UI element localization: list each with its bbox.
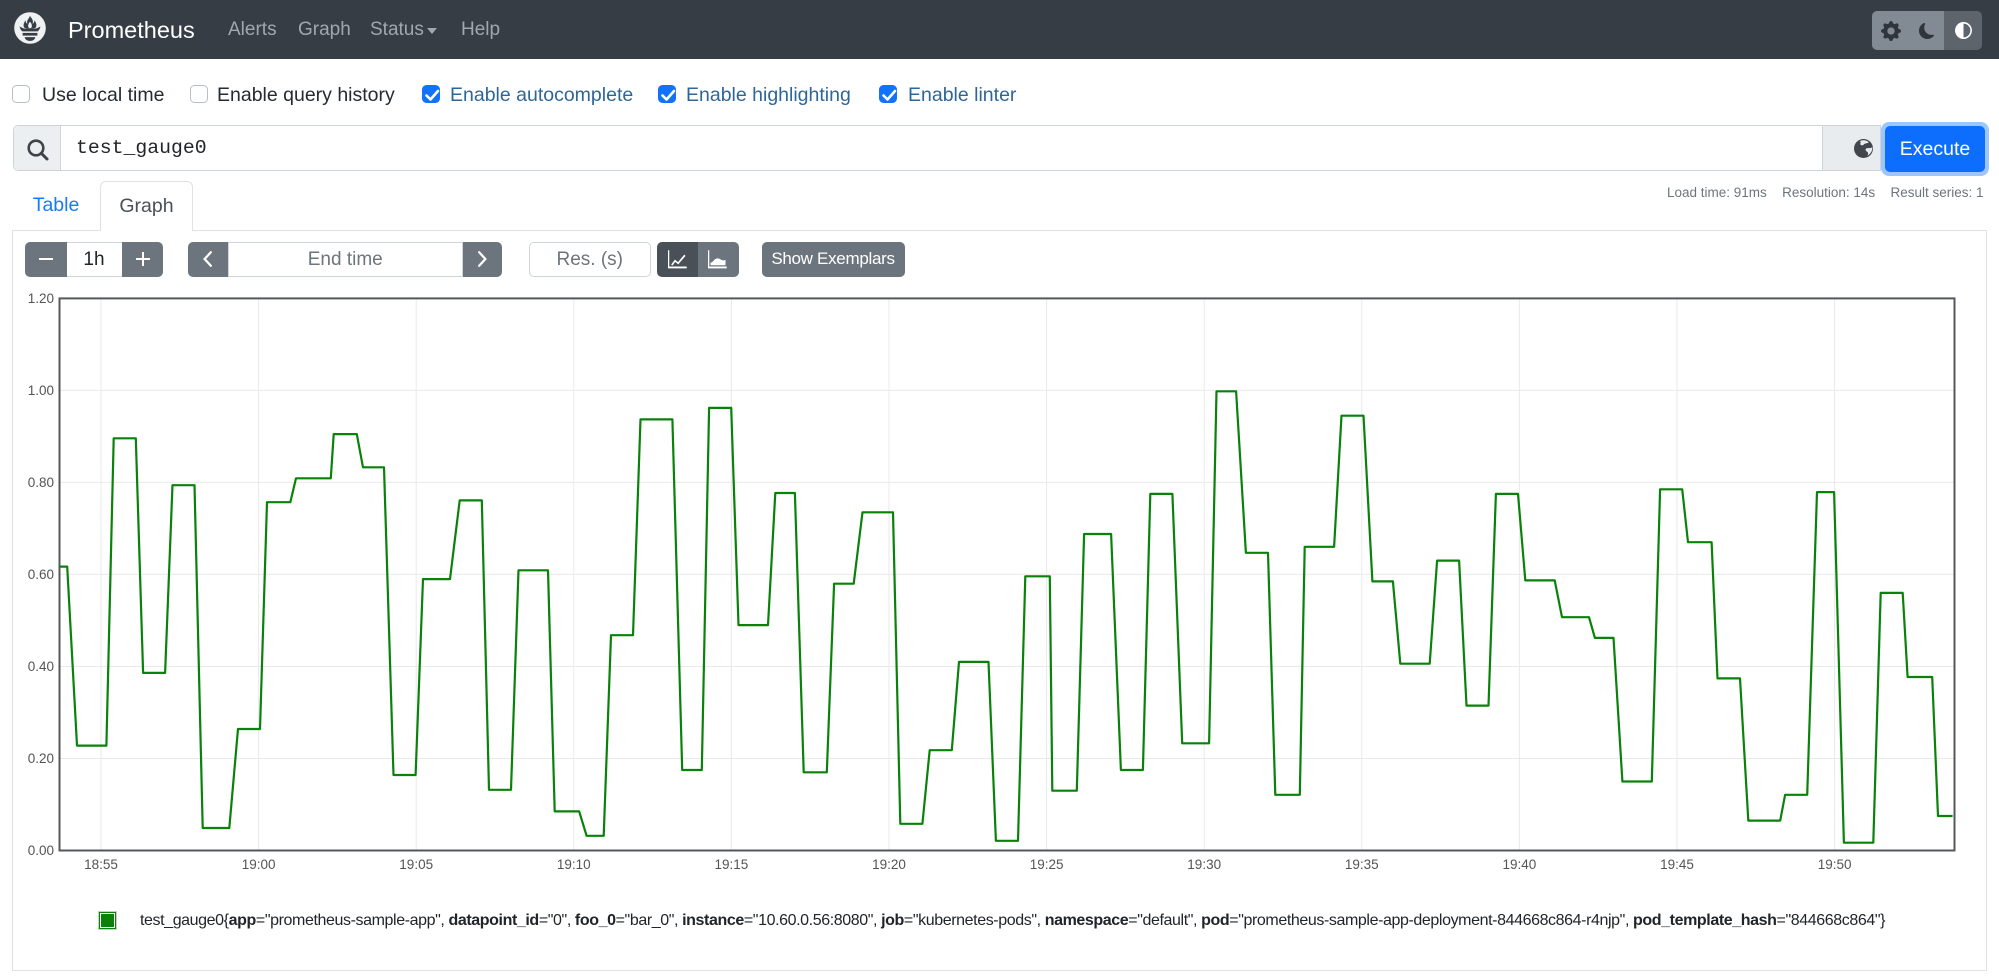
svg-text:19:45: 19:45 bbox=[1660, 857, 1694, 872]
svg-text:0.00: 0.00 bbox=[28, 843, 54, 858]
svg-text:1.00: 1.00 bbox=[28, 383, 54, 398]
svg-text:0.80: 0.80 bbox=[28, 475, 54, 490]
svg-text:19:40: 19:40 bbox=[1503, 857, 1537, 872]
svg-text:0.60: 0.60 bbox=[28, 567, 54, 582]
svg-text:19:30: 19:30 bbox=[1187, 857, 1221, 872]
svg-text:18:55: 18:55 bbox=[84, 857, 118, 872]
svg-text:19:05: 19:05 bbox=[399, 857, 433, 872]
svg-text:1.20: 1.20 bbox=[28, 291, 54, 306]
svg-text:19:25: 19:25 bbox=[1030, 857, 1064, 872]
svg-text:19:35: 19:35 bbox=[1345, 857, 1379, 872]
svg-text:0.40: 0.40 bbox=[28, 659, 54, 674]
svg-text:19:15: 19:15 bbox=[715, 857, 749, 872]
svg-text:19:20: 19:20 bbox=[872, 857, 906, 872]
svg-text:19:00: 19:00 bbox=[242, 857, 276, 872]
svg-text:19:50: 19:50 bbox=[1818, 857, 1852, 872]
svg-text:19:10: 19:10 bbox=[557, 857, 591, 872]
svg-text:0.20: 0.20 bbox=[28, 751, 54, 766]
